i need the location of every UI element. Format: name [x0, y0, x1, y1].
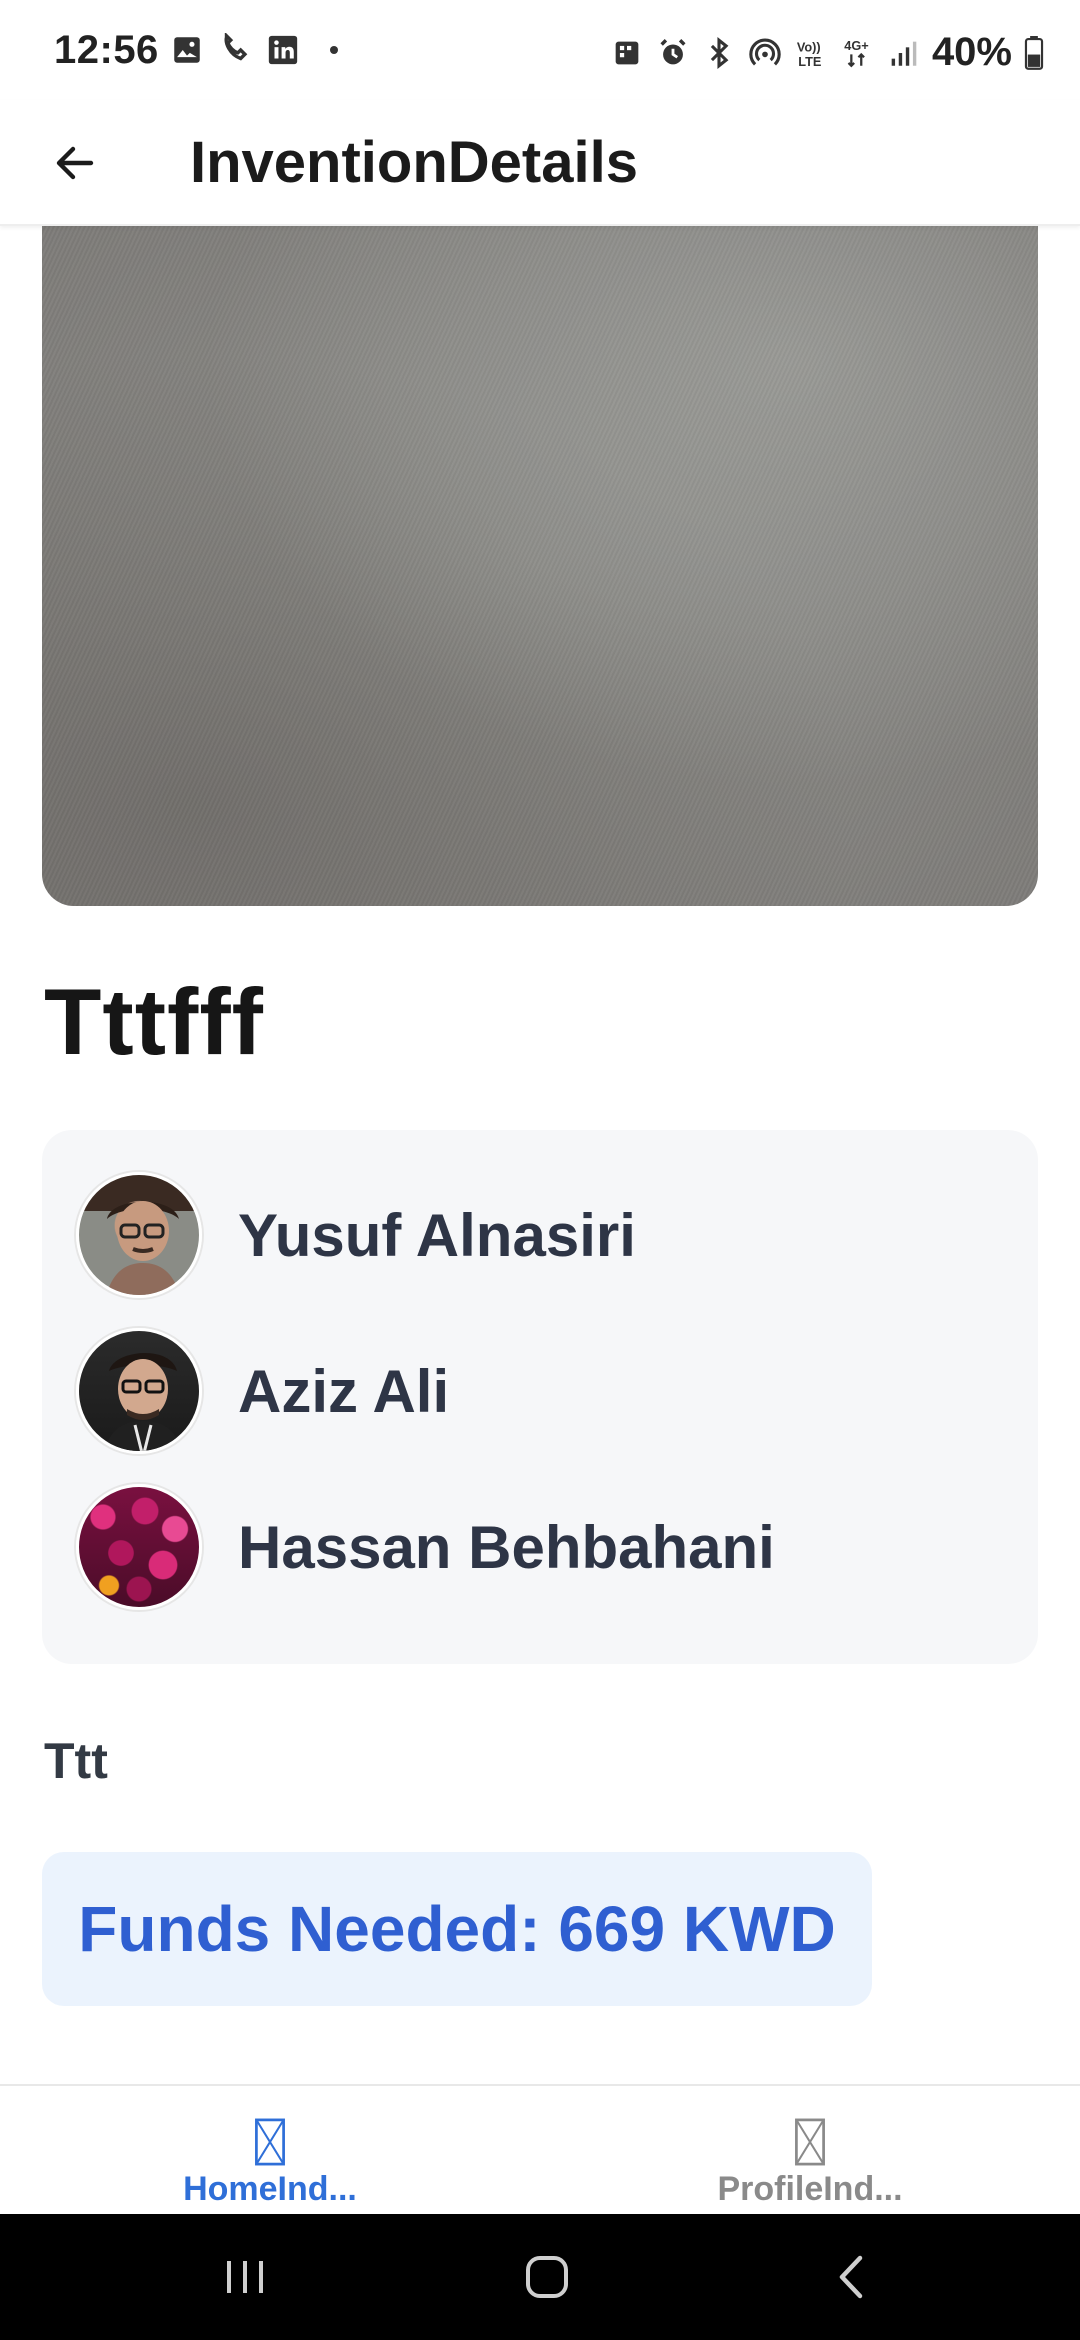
status-bar: 12:56 Vo)) LTE 4G+ 40%	[0, 0, 1080, 100]
back-button[interactable]	[42, 130, 108, 196]
battery-icon	[1024, 35, 1044, 70]
home-button[interactable]	[512, 2244, 582, 2310]
team-member[interactable]: Aziz Ali	[76, 1326, 449, 1456]
smart-view-icon	[615, 41, 639, 64]
tab-home[interactable]: HomeInd...	[120, 2086, 420, 2216]
team-members-card: Yusuf Alnasiri Aziz Ali Hassan Behbahani	[42, 1130, 1038, 1664]
back-chevron-icon	[839, 2255, 863, 2299]
missing-glyph-icon	[255, 2118, 285, 2166]
page-title: InventionDetails	[190, 130, 638, 195]
avatar	[76, 1484, 202, 1610]
invention-description: Ttt	[44, 1733, 108, 1789]
call-icon	[224, 33, 248, 61]
4g-icon: 4G+	[844, 38, 869, 67]
member-name: Aziz Ali	[238, 1357, 450, 1425]
tab-profile[interactable]: ProfileInd...	[660, 2086, 960, 2216]
linkedin-icon	[268, 35, 298, 65]
avatar	[76, 1328, 202, 1454]
system-nav-bar	[0, 2214, 1080, 2340]
status-notification-icons	[170, 33, 338, 67]
arrow-left-icon	[56, 146, 94, 180]
invention-image	[42, 226, 1038, 906]
funds-needed-badge: Funds Needed: 669 KWD	[42, 1852, 872, 2006]
tab-home-label: HomeInd...	[183, 2170, 357, 2208]
recent-apps-icon	[227, 2261, 263, 2293]
avatar	[76, 1172, 202, 1298]
signal-icon	[891, 41, 917, 66]
home-icon	[526, 2256, 568, 2298]
gallery-icon	[174, 37, 200, 63]
volte-icon: Vo))LTE	[797, 39, 822, 68]
battery-percent: 40%	[931, 30, 1012, 74]
tab-profile-label: ProfileInd...	[717, 2170, 903, 2208]
hotspot-icon	[749, 38, 781, 65]
svg-text:LTE: LTE	[798, 53, 821, 68]
more-notifications-dot	[330, 46, 338, 54]
svg-text:4G+: 4G+	[844, 38, 868, 53]
status-system-icons: Vo)) LTE 4G+ 40%	[610, 30, 1044, 75]
svg-text:Vo)): Vo))	[797, 39, 821, 54]
bluetooth-icon	[710, 36, 729, 69]
status-time: 12:56	[54, 28, 159, 72]
missing-glyph-icon	[795, 2118, 825, 2166]
invention-title: Tttfff	[44, 969, 264, 1074]
alarm-icon	[660, 38, 686, 64]
recent-apps-button[interactable]	[210, 2244, 280, 2310]
team-member[interactable]: Hassan Behbahani	[76, 1482, 775, 1612]
bottom-tab-bar: HomeInd... ProfileInd...	[0, 2084, 1080, 2214]
member-name: Yusuf Alnasiri	[238, 1201, 636, 1269]
member-name: Hassan Behbahani	[238, 1513, 775, 1581]
app-bar: InventionDetails	[0, 100, 1080, 226]
back-nav-button[interactable]	[816, 2244, 886, 2310]
team-member[interactable]: Yusuf Alnasiri	[76, 1170, 636, 1300]
funds-needed-label: Funds Needed: 669 KWD	[78, 1893, 836, 1965]
